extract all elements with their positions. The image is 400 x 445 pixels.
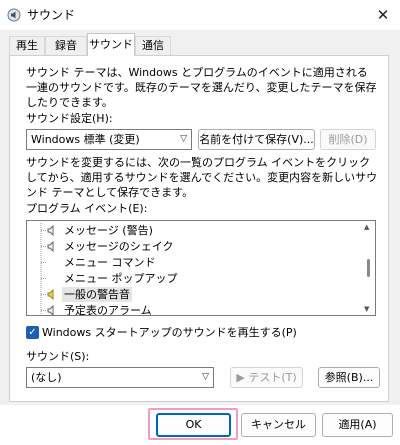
test-button[interactable]: ▶ テスト(T) <box>230 367 303 388</box>
list-item[interactable]: メニュー ポップアップ <box>27 271 357 286</box>
speaker-icon <box>47 305 54 315</box>
startup-sound-checkbox[interactable]: ✓ <box>26 326 39 339</box>
close-button[interactable]: ✕ <box>368 2 398 28</box>
save-as-button[interactable]: 名前を付けて保存(V)... <box>198 129 315 150</box>
tab-recording[interactable]: 録音 <box>45 36 87 55</box>
tree-connector-icon <box>40 255 47 270</box>
scroll-down-icon[interactable]: ▼ <box>364 305 369 313</box>
sound-dropdown[interactable]: (なし) ▽ <box>26 367 214 388</box>
scheme-dropdown-value: Windows 標準 (変更) <box>31 133 140 146</box>
tree-connector-icon <box>40 271 47 286</box>
startup-sound-label[interactable]: Windows スタートアップのサウンドを再生する(P) <box>42 325 297 340</box>
tab-playback[interactable]: 再生 <box>9 36 45 55</box>
scheme-description: サウンド テーマは、Windows とプログラムのイベントに適用される一連のサウ… <box>26 66 377 109</box>
tab-sounds[interactable]: サウンド <box>87 33 135 56</box>
speaker-app-icon <box>7 8 21 22</box>
list-item[interactable]: 予定表のアラーム <box>27 303 357 315</box>
chevron-down-icon: ▽ <box>180 134 187 144</box>
scroll-thumb[interactable] <box>367 259 370 277</box>
play-icon: ▶ <box>236 371 245 384</box>
speaker-icon <box>47 225 54 236</box>
cancel-button[interactable]: キャンセル <box>241 413 316 437</box>
tab-communications[interactable]: 通信 <box>135 36 171 55</box>
scheme-dropdown[interactable]: Windows 標準 (変更) ▽ <box>26 129 192 150</box>
list-item-selected[interactable]: 一般の警告音 <box>27 287 357 302</box>
list-item[interactable]: メニュー コマンド <box>27 255 357 270</box>
chevron-down-icon: ▽ <box>202 372 209 382</box>
window-title: サウンド <box>27 8 76 22</box>
scheme-label: サウンド設定(H): <box>26 112 113 125</box>
ok-button[interactable]: OK <box>156 413 231 437</box>
speaker-icon <box>47 241 54 252</box>
instructions-text: サウンドを変更するには、次の一覧のプログラム イベントをクリックしてから、適用す… <box>26 156 378 199</box>
scroll-up-icon[interactable]: ▲ <box>364 223 369 231</box>
list-scrollbar[interactable]: ▲ ▼ <box>361 221 375 315</box>
program-events-list[interactable]: メッセージ (警告) メッセージのシェイク メニュー コマンド メニュー ポップ… <box>26 220 376 316</box>
sound-dropdown-value: (なし) <box>31 371 62 384</box>
events-label: プログラム イベント(E): <box>26 202 148 215</box>
browse-button[interactable]: 参照(B)... <box>318 367 380 388</box>
delete-button[interactable]: 削除(D) <box>320 129 376 150</box>
list-item[interactable]: メッセージ (警告) <box>27 223 357 238</box>
speaker-active-icon <box>47 289 54 300</box>
sound-label: サウンド(S): <box>26 350 90 363</box>
apply-button[interactable]: 適用(A) <box>322 413 393 437</box>
list-item[interactable]: メッセージのシェイク <box>27 239 357 254</box>
